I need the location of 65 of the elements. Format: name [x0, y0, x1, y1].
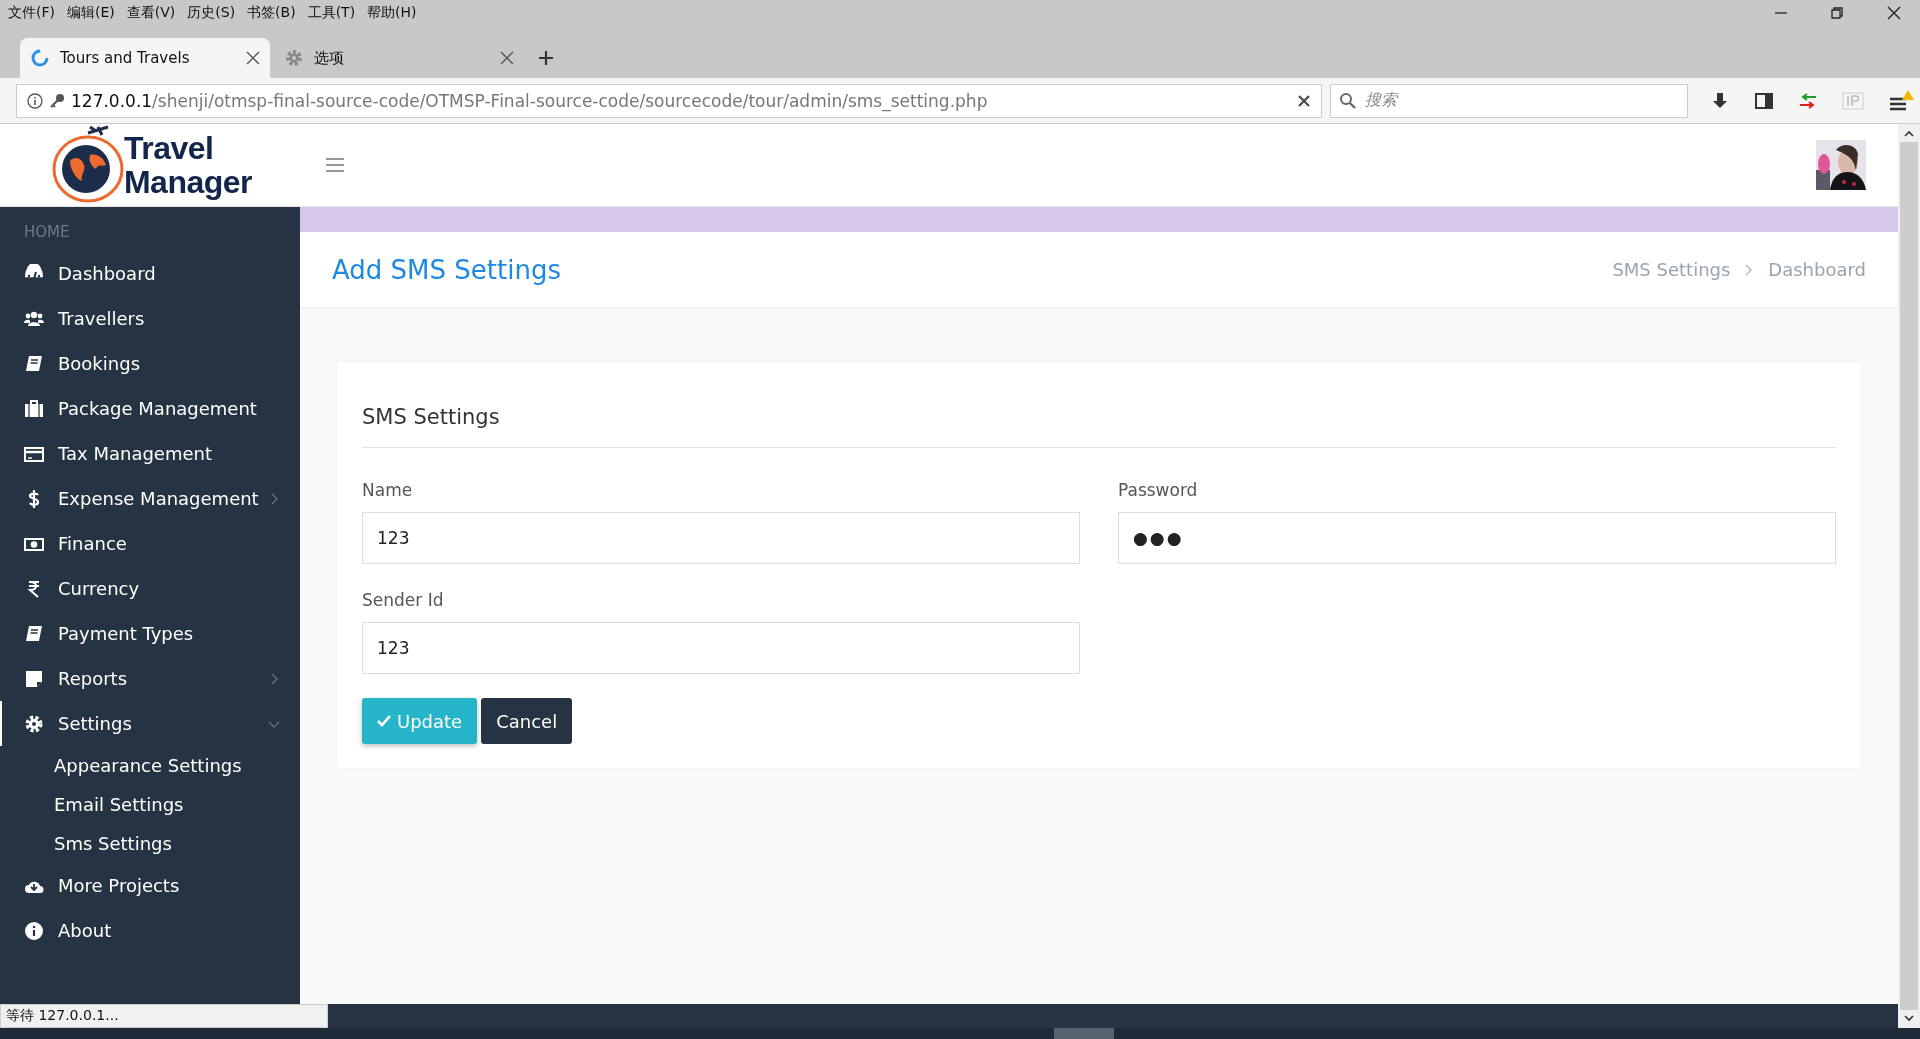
- browser-tab[interactable]: 选项: [274, 38, 524, 78]
- swap-arrows-icon[interactable]: [1798, 90, 1818, 111]
- sidebar-item[interactable]: Package Management: [0, 386, 300, 431]
- page-title: Add SMS Settings: [332, 254, 561, 285]
- search-field[interactable]: 搜索: [1330, 83, 1688, 118]
- info-icon: [24, 920, 44, 941]
- submenu-item[interactable]: Email Settings: [0, 785, 300, 824]
- scroll-down-icon[interactable]: [1903, 1014, 1915, 1022]
- input-field[interactable]: 123: [362, 512, 1080, 564]
- sidebar-icon[interactable]: [1754, 90, 1774, 111]
- new-tab-icon[interactable]: [538, 50, 554, 66]
- address-bar[interactable]: 127.0.0.1/shenji/otmsp-final-source-code/OTMSP-Final-source-code/sourcecode/tour/admin/sms_setting.php: [16, 83, 1322, 118]
- menu-item[interactable]: 文件(F): [8, 3, 55, 22]
- browser-tab[interactable]: Tours and Travels: [20, 38, 270, 78]
- info-icon[interactable]: [27, 92, 43, 109]
- sidebar-item[interactable]: Travellers: [0, 296, 300, 341]
- book-icon: [24, 623, 44, 644]
- sidebar-item[interactable]: Finance: [0, 521, 300, 566]
- password-field[interactable]: ●●●: [1118, 512, 1836, 564]
- field-label: Password: [1118, 480, 1199, 500]
- scrollbar[interactable]: [1898, 124, 1920, 1028]
- briefcase-icon: [24, 398, 44, 419]
- close-icon[interactable]: [246, 51, 260, 65]
- close-icon[interactable]: [500, 51, 514, 65]
- search-icon: [1339, 91, 1357, 110]
- sidebar-item[interactable]: Currency: [0, 566, 300, 611]
- sidebar-item[interactable]: Expense Management: [0, 476, 300, 521]
- input-field[interactable]: 123: [362, 622, 1080, 674]
- check-icon: [377, 714, 391, 728]
- settings-icon: [24, 713, 44, 734]
- menu-icon[interactable]: [1888, 88, 1914, 113]
- gear-icon: [284, 48, 304, 68]
- sidebar-item[interactable]: Dashboard: [0, 251, 300, 296]
- field-label: Sender Id: [362, 590, 445, 610]
- submenu-item[interactable]: Sms Settings: [0, 824, 300, 863]
- menu-item[interactable]: 历史(S): [187, 3, 236, 22]
- submenu-item[interactable]: Appearance Settings: [0, 746, 300, 785]
- url-text: 127.0.0.1/shenji/otmsp-final-source-code/OTMSP-Final-source-code/sourcecode/tour/admin/sms_setting.php: [71, 90, 989, 111]
- logo[interactable]: Travel Manager: [0, 125, 300, 205]
- restore-icon[interactable]: [1830, 5, 1844, 20]
- menu-item[interactable]: 帮助(H): [367, 3, 417, 22]
- note-icon: [24, 668, 44, 689]
- scroll-thumb[interactable]: [1900, 142, 1918, 1010]
- menu-item[interactable]: 查看(V): [126, 3, 176, 22]
- status-bar: 等待 127.0.0.1...: [0, 1004, 328, 1028]
- field-label: Name: [362, 480, 414, 500]
- sidebar-item[interactable]: Bookings: [0, 341, 300, 386]
- menu-item[interactable]: 工具(T): [307, 3, 356, 22]
- sidebar-item[interactable]: Reports: [0, 656, 300, 701]
- key-icon[interactable]: [49, 92, 65, 109]
- section-label: HOME: [23, 222, 71, 243]
- sidebar-item[interactable]: Tax Management: [0, 431, 300, 476]
- cancel-button[interactable]: Cancel: [481, 698, 573, 744]
- menu-item[interactable]: 编辑(E): [67, 3, 115, 22]
- card-title: SMS Settings: [362, 390, 1836, 448]
- close-icon[interactable]: [1886, 4, 1902, 21]
- clear-icon[interactable]: [1297, 93, 1311, 108]
- sidebar-item[interactable]: Payment Types: [0, 611, 300, 656]
- hamburger-icon[interactable]: [326, 157, 344, 173]
- menu-item[interactable]: 书签(B): [247, 3, 296, 22]
- sidebar-item[interactable]: About: [0, 908, 300, 953]
- scroll-up-icon[interactable]: [1903, 130, 1915, 138]
- book-icon: [24, 353, 44, 374]
- loading-icon: [30, 48, 50, 68]
- sidebar-item[interactable]: More Projects: [0, 863, 300, 908]
